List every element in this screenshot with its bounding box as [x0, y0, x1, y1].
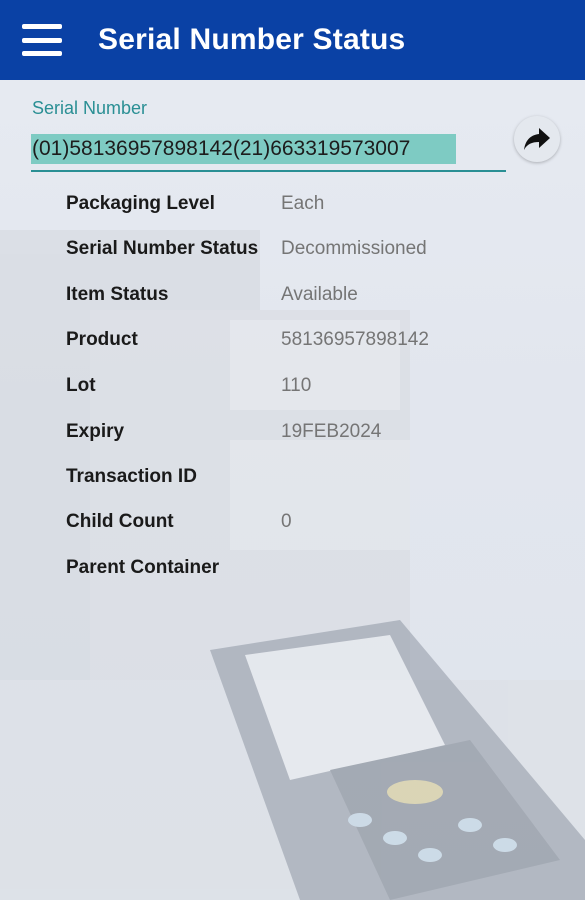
detail-label: Parent Container: [66, 557, 220, 578]
serial-number-input[interactable]: [31, 134, 456, 164]
forward-arrow-icon: [524, 128, 550, 150]
detail-label: Transaction ID: [66, 466, 197, 487]
detail-value: Available: [281, 284, 358, 305]
app-bar: Serial Number Status: [0, 0, 585, 80]
detail-value: 58136957898142: [281, 329, 429, 350]
detail-row-serial-number-status: Serial Number Status Decommissioned: [66, 238, 566, 268]
detail-label: Item Status: [66, 284, 169, 305]
detail-label: Serial Number Status: [66, 238, 259, 259]
detail-row-expiry: Expiry 19FEB2024: [66, 421, 566, 451]
serial-number-field: [31, 130, 506, 172]
detail-row-packaging-level: Packaging Level Each: [66, 193, 566, 223]
detail-label: Child Count: [66, 511, 174, 532]
detail-value: 0: [281, 511, 292, 532]
detail-label: Expiry: [66, 421, 125, 442]
detail-label: Lot: [66, 375, 96, 396]
detail-value: 19FEB2024: [281, 421, 382, 442]
serial-number-label: Serial Number: [32, 98, 148, 118]
submit-button[interactable]: [514, 116, 560, 162]
detail-row-lot: Lot 110: [66, 375, 566, 405]
detail-value: Decommissioned: [281, 238, 427, 259]
detail-row-parent-container: Parent Container: [66, 557, 566, 587]
detail-row-item-status: Item Status Available: [66, 284, 566, 314]
detail-value: Each: [281, 193, 325, 214]
detail-label: Packaging Level: [66, 193, 215, 214]
hamburger-menu-icon[interactable]: [22, 24, 62, 56]
detail-label: Product: [66, 329, 138, 350]
detail-row-child-count: Child Count 0: [66, 511, 566, 541]
detail-row-transaction-id: Transaction ID: [66, 466, 566, 496]
page-title: Serial Number Status: [98, 23, 406, 56]
detail-value: 110: [281, 375, 312, 396]
detail-row-product: Product 58136957898142: [66, 329, 566, 359]
